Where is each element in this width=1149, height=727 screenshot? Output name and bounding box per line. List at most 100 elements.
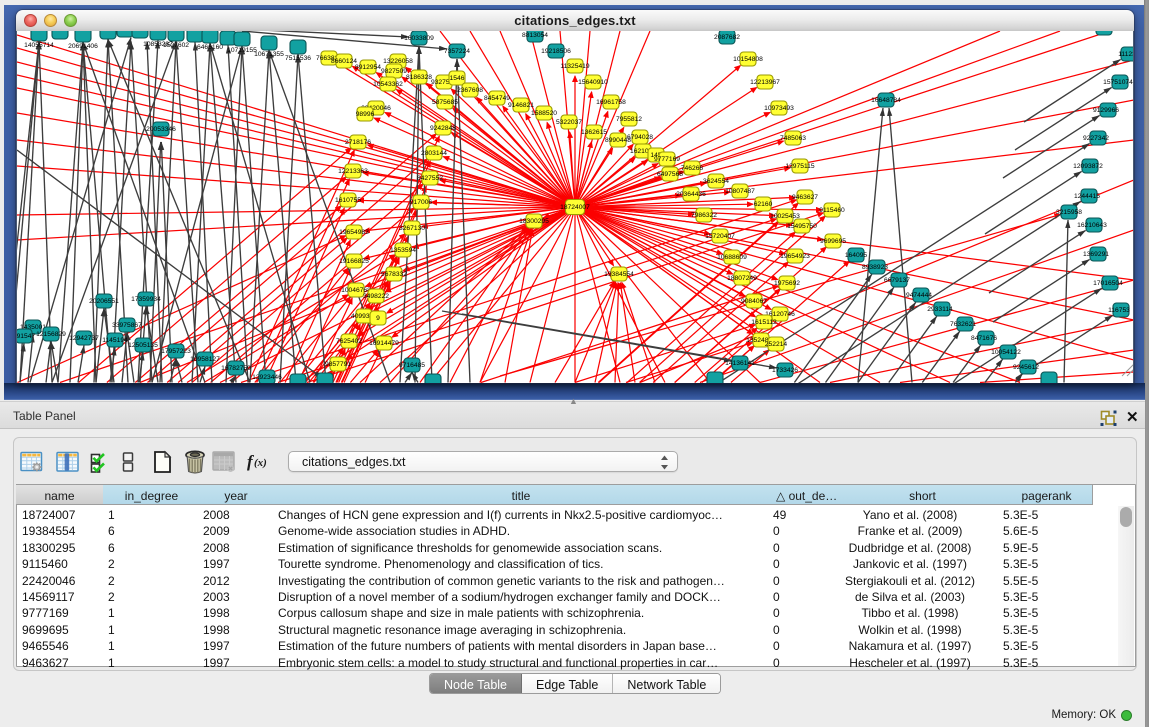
svg-text:6497568: 6497568: [657, 171, 683, 178]
svg-text:12093872: 12093872: [1073, 163, 1103, 170]
svg-text:18724007: 18724007: [560, 204, 590, 211]
svg-text:9699695: 9699695: [820, 238, 846, 245]
svg-text:15720407: 15720407: [705, 233, 735, 240]
svg-text:1527602: 1527602: [163, 42, 189, 49]
svg-text:9115460: 9115460: [819, 207, 845, 214]
svg-text:6679137: 6679137: [884, 277, 910, 284]
svg-text:15751074: 15751074: [1103, 79, 1133, 86]
svg-text:7357224: 7357224: [444, 48, 470, 55]
svg-text:10807487: 10807487: [725, 188, 755, 195]
svg-text:9827509: 9827509: [381, 68, 407, 75]
svg-text:3215958: 3215958: [1056, 209, 1082, 216]
svg-text:7955812: 7955812: [616, 116, 642, 123]
svg-text:12213363: 12213363: [338, 168, 368, 175]
svg-text:14055714: 14055714: [24, 42, 54, 49]
svg-text:16210643: 16210643: [1077, 222, 1107, 229]
svg-text:2933114: 2933114: [927, 306, 953, 313]
svg-text:7986322: 7986322: [691, 212, 717, 219]
svg-text:20053346: 20053346: [146, 126, 176, 133]
svg-text:1362615: 1362615: [581, 129, 607, 136]
svg-text:19218506: 19218506: [541, 48, 571, 55]
svg-text:1615112: 1615112: [751, 319, 777, 326]
svg-text:62160: 62160: [754, 201, 773, 208]
svg-text:10719155: 10719155: [227, 47, 257, 54]
svg-text:8454749: 8454749: [484, 95, 510, 102]
svg-text:20364436: 20364436: [676, 191, 706, 198]
svg-text:12942737: 12942737: [69, 335, 99, 342]
svg-text:33975867: 33975867: [112, 322, 142, 329]
svg-text:10671355: 10671355: [254, 51, 284, 58]
svg-text:2718176: 2718176: [345, 139, 371, 146]
svg-text:8186328: 8186328: [406, 74, 432, 81]
svg-text:11325419: 11325419: [560, 63, 590, 70]
svg-text:1975692: 1975692: [774, 280, 800, 287]
svg-text:8938923: 8938923: [862, 264, 888, 271]
svg-text:98996: 98996: [356, 111, 375, 118]
svg-text:1369291: 1369291: [1083, 251, 1109, 258]
svg-text:9857791: 9857791: [325, 361, 351, 368]
svg-text:8660124: 8660124: [331, 58, 357, 65]
svg-text:10688609: 10688609: [717, 254, 747, 261]
svg-text:12923446: 12923446: [252, 374, 282, 381]
svg-text:(x): (x): [254, 457, 267, 469]
svg-text:19384554: 19384554: [604, 271, 634, 278]
svg-text:12975115: 12975115: [785, 163, 815, 170]
svg-text:164095: 164095: [845, 252, 868, 259]
svg-text:9474444: 9474444: [906, 292, 932, 299]
svg-text:9463627: 9463627: [792, 194, 818, 201]
svg-text:2367608: 2367608: [457, 87, 483, 94]
svg-text:8471676: 8471676: [971, 335, 997, 342]
svg-text:6466160: 6466160: [197, 44, 223, 51]
svg-text:5875685: 5875685: [432, 99, 458, 106]
svg-text:17016504: 17016504: [1093, 280, 1123, 287]
svg-text:5678332: 5678332: [381, 271, 407, 278]
svg-text:19166825: 19166825: [339, 258, 369, 265]
svg-text:7485063: 7485063: [780, 135, 806, 142]
svg-text:19654923: 19654923: [780, 253, 810, 260]
svg-text:19654983: 19654983: [339, 229, 369, 236]
svg-text:9242848: 9242848: [430, 125, 456, 132]
svg-text:9245612: 9245612: [1013, 364, 1039, 371]
svg-text:1733426: 1733426: [772, 367, 798, 374]
svg-text:20206551: 20206551: [89, 298, 119, 305]
svg-text:9227342: 9227342: [1083, 135, 1109, 142]
svg-text:12213967: 12213967: [750, 79, 780, 86]
svg-text:18300295: 18300295: [519, 218, 549, 225]
svg-text:14136141: 14136141: [725, 360, 755, 367]
svg-text:10543362: 10543362: [373, 81, 403, 88]
svg-text:17957223: 17957223: [161, 348, 191, 355]
svg-text:1588520: 1588520: [531, 110, 557, 117]
svg-text:15495750: 15495750: [787, 223, 817, 230]
svg-text:9146821: 9146821: [508, 102, 534, 109]
svg-text:116753: 116753: [1108, 307, 1130, 314]
svg-text:1546: 1546: [450, 75, 465, 82]
svg-text:15640910: 15640910: [578, 79, 608, 86]
svg-text:9129966: 9129966: [1093, 107, 1119, 114]
svg-text:10054122: 10054122: [991, 349, 1021, 356]
svg-text:10973493: 10973493: [764, 105, 794, 112]
svg-text:2803144: 2803144: [421, 150, 447, 157]
svg-text:16914479: 16914479: [369, 340, 399, 347]
svg-text:8427552: 8427552: [417, 175, 443, 182]
svg-text:2087682: 2087682: [714, 34, 740, 41]
svg-text:7515536: 7515536: [285, 55, 311, 62]
svg-text:3498222: 3498222: [363, 293, 389, 300]
svg-text:18807249: 18807249: [727, 275, 757, 282]
svg-text:391547: 391547: [17, 333, 35, 340]
svg-text:9084067: 9084067: [741, 298, 767, 305]
svg-text:252214: 252214: [765, 341, 788, 348]
svg-text:917006: 917006: [410, 199, 433, 206]
svg-text:1145194: 1145194: [102, 337, 128, 344]
svg-text:1244415: 1244415: [1074, 193, 1100, 200]
svg-text:16961758: 16961758: [596, 99, 626, 106]
svg-text:10154808: 10154808: [733, 56, 763, 63]
svg-text:10958127: 10958127: [190, 356, 220, 363]
svg-text:3267130: 3267130: [399, 225, 425, 232]
svg-text:11123: 11123: [1118, 51, 1134, 58]
svg-text:12505135: 12505135: [128, 342, 158, 349]
svg-text:16648784: 16648784: [871, 97, 901, 104]
svg-text:746266: 746266: [681, 165, 704, 172]
svg-text:16033809: 16033809: [404, 35, 434, 42]
svg-text:16782759: 16782759: [221, 365, 251, 372]
svg-text:9777169: 9777169: [654, 156, 680, 163]
